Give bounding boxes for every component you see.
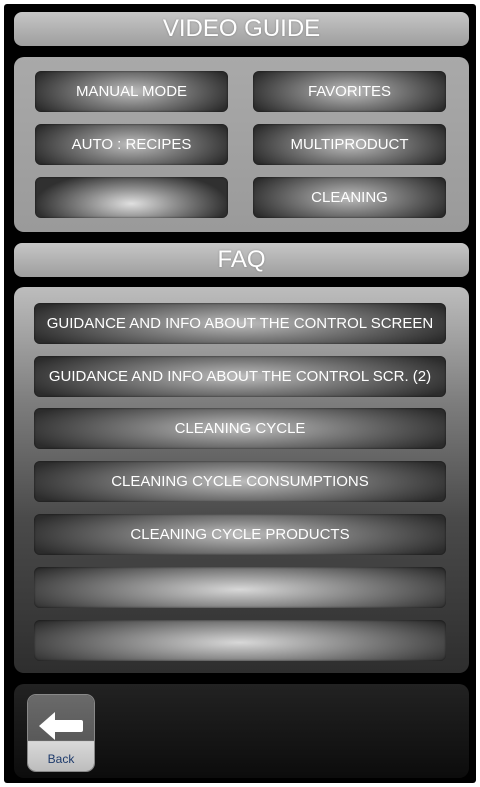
back-arrow-icon [39,712,83,740]
video-cleaning-button[interactable]: CLEANING [253,177,446,218]
faq-item-cleaning-cycle[interactable]: CLEANING CYCLE [34,408,446,449]
faq-item-control-screen[interactable]: GUIDANCE AND INFO ABOUT THE CONTROL SCRE… [34,303,446,344]
faq-item-cleaning-products[interactable]: CLEANING CYCLE PRODUCTS [34,514,446,555]
faq-item-cleaning-consumptions[interactable]: CLEANING CYCLE CONSUMPTIONS [34,461,446,502]
video-favorites-button[interactable]: FAVORITES [253,71,446,112]
video-empty-button[interactable] [35,177,228,218]
video-guide-title: VIDEO GUIDE [14,12,469,46]
video-multiproduct-button[interactable]: MULTIPRODUCT [253,124,446,165]
video-auto-recipes-button[interactable]: AUTO : RECIPES [35,124,228,165]
back-button-label: Back [47,752,75,766]
faq-item-empty-1[interactable] [34,567,446,608]
faq-item-empty-2[interactable] [34,620,446,661]
faq-title: FAQ [14,243,469,277]
video-manual-mode-button[interactable]: MANUAL MODE [35,71,228,112]
faq-item-control-screen-2[interactable]: GUIDANCE AND INFO ABOUT THE CONTROL SCR.… [34,356,446,397]
back-button[interactable]: Back [28,695,94,771]
